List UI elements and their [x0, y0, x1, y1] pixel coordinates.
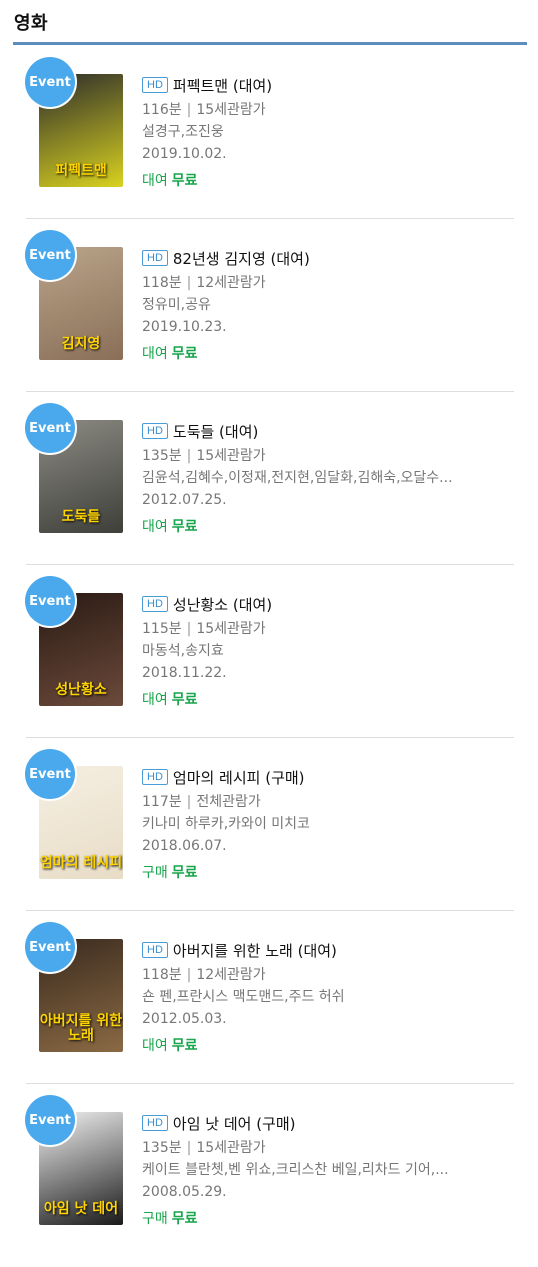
- movie-price: 대여 무료: [142, 344, 518, 364]
- movie-item[interactable]: 아버지를 위한 노래 Event HD 아버지를 위한 노래 (대여) 118분 |…: [0, 911, 538, 1084]
- event-badge: Event: [25, 1095, 75, 1145]
- price-type: 대여: [142, 692, 168, 708]
- poster-caption: 도둑들: [61, 509, 101, 525]
- meta-divider: |: [186, 275, 192, 291]
- movie-rating: 15세관람가: [196, 448, 266, 464]
- movie-rating: 15세관람가: [196, 621, 266, 637]
- meta-divider: |: [186, 1140, 192, 1156]
- price-type: 대여: [142, 519, 168, 535]
- price-type: 대여: [142, 346, 168, 362]
- section-header: 영화: [0, 0, 538, 46]
- price-value: 무료: [171, 1038, 198, 1054]
- movie-title[interactable]: 엄마의 레시피 (구매): [173, 767, 305, 788]
- movie-runtime: 118분: [142, 967, 182, 983]
- meta-divider: |: [186, 967, 192, 983]
- movie-price: 구매 무료: [142, 863, 518, 883]
- movie-title[interactable]: 아임 낫 데어 (구매): [173, 1113, 296, 1134]
- movie-title[interactable]: 82년생 김지영 (대여): [173, 248, 310, 269]
- movie-date: 2008.05.29.: [142, 1184, 227, 1200]
- movie-item[interactable]: 성난황소 Event HD 성난황소 (대여) 115분 | 15세관람가 마동석,송…: [0, 565, 538, 738]
- movie-item[interactable]: 엄마의 레시피 Event HD 엄마의 레시피 (구매) 117분 | 전체관람가 …: [0, 738, 538, 911]
- movie-date: 2018.06.07.: [142, 838, 227, 854]
- price-value: 무료: [171, 1211, 198, 1227]
- movie-rating: 15세관람가: [196, 1140, 266, 1156]
- movie-item[interactable]: 김지영 Event HD 82년생 김지영 (대여) 118분 | 12세관람가 정유…: [0, 219, 538, 392]
- movie-date: 2012.05.03.: [142, 1011, 227, 1027]
- header-divider: [13, 42, 527, 45]
- movie-date: 2012.07.25.: [142, 492, 227, 508]
- movie-price: 대여 무료: [142, 517, 518, 537]
- movie-rating: 15세관람가: [196, 102, 266, 118]
- hd-badge: HD: [142, 423, 168, 439]
- poster-caption: 퍼펙트맨: [55, 163, 107, 179]
- meta-divider: |: [186, 621, 192, 637]
- movie-cast: 숀 펜,프란시스 맥도맨드,주드 허쉬: [142, 989, 345, 1005]
- event-badge: Event: [25, 230, 75, 280]
- movie-rating: 12세관람가: [196, 275, 266, 291]
- movie-runtime: 116분: [142, 102, 182, 118]
- event-badge: Event: [25, 576, 75, 626]
- price-value: 무료: [171, 692, 198, 708]
- event-badge: Event: [25, 403, 75, 453]
- movie-title[interactable]: 도둑들 (대여): [173, 421, 258, 442]
- event-badge: Event: [25, 922, 75, 972]
- movie-title[interactable]: 퍼펙트맨 (대여): [173, 75, 272, 96]
- hd-badge: HD: [142, 1115, 168, 1131]
- price-type: 구매: [142, 865, 168, 881]
- poster-caption: 아임 낫 데어: [43, 1201, 119, 1217]
- movie-runtime: 115분: [142, 621, 182, 637]
- event-badge: Event: [25, 57, 75, 107]
- movie-title[interactable]: 성난황소 (대여): [173, 594, 272, 615]
- meta-divider: |: [186, 794, 192, 810]
- hd-badge: HD: [142, 250, 168, 266]
- movie-item[interactable]: 도둑들 Event HD 도둑들 (대여) 135분 | 15세관람가 김윤석,김혜수…: [0, 392, 538, 565]
- movie-cast: 마동석,송지효: [142, 643, 224, 659]
- movie-price: 대여 무료: [142, 171, 518, 191]
- price-value: 무료: [171, 519, 198, 535]
- price-type: 대여: [142, 1038, 168, 1054]
- event-badge: Event: [25, 749, 75, 799]
- hd-badge: HD: [142, 769, 168, 785]
- hd-badge: HD: [142, 596, 168, 612]
- poster-caption: 아버지를 위한 노래: [39, 1013, 123, 1044]
- price-value: 무료: [171, 346, 198, 362]
- movie-rating: 12세관람가: [196, 967, 266, 983]
- movie-date: 2019.10.02.: [142, 146, 227, 162]
- movie-price: 대여 무료: [142, 1036, 518, 1056]
- movie-rating: 전체관람가: [196, 794, 261, 810]
- movie-price: 구매 무료: [142, 1209, 518, 1229]
- meta-divider: |: [186, 448, 192, 464]
- movie-cast: 케이트 블란쳇,벤 위쇼,크리스찬 베일,리차드 기어,...: [142, 1162, 449, 1178]
- price-value: 무료: [171, 865, 198, 881]
- price-value: 무료: [171, 173, 198, 189]
- poster-caption: 김지영: [61, 336, 101, 352]
- movie-cast: 정유미,공유: [142, 297, 211, 313]
- price-type: 구매: [142, 1211, 168, 1227]
- movie-list: 퍼펙트맨 Event HD 퍼펙트맨 (대여) 116분 | 15세관람가 설경구,조…: [0, 46, 538, 1257]
- hd-badge: HD: [142, 77, 168, 93]
- movie-title[interactable]: 아버지를 위한 노래 (대여): [173, 940, 337, 961]
- poster-caption: 성난황소: [55, 682, 107, 698]
- movie-runtime: 118분: [142, 275, 182, 291]
- movie-item[interactable]: 아임 낫 데어 Event HD 아임 낫 데어 (구매) 135분 | 15세관람가…: [0, 1084, 538, 1257]
- section-title: 영화: [14, 13, 49, 34]
- movie-runtime: 135분: [142, 1140, 182, 1156]
- movie-item[interactable]: 퍼펙트맨 Event HD 퍼펙트맨 (대여) 116분 | 15세관람가 설경구,조…: [0, 46, 538, 219]
- price-type: 대여: [142, 173, 168, 189]
- movie-cast: 키나미 하루카,카와이 미치코: [142, 816, 310, 832]
- poster-caption: 엄마의 레시피: [39, 855, 123, 871]
- hd-badge: HD: [142, 942, 168, 958]
- movie-price: 대여 무료: [142, 690, 518, 710]
- movie-runtime: 117분: [142, 794, 182, 810]
- meta-divider: |: [186, 102, 192, 118]
- movie-date: 2019.10.23.: [142, 319, 227, 335]
- movie-date: 2018.11.22.: [142, 665, 227, 681]
- movie-cast: 김윤석,김혜수,이정재,전지현,임달화,김해숙,오달수...: [142, 470, 453, 486]
- movie-runtime: 135분: [142, 448, 182, 464]
- movie-cast: 설경구,조진웅: [142, 124, 224, 140]
